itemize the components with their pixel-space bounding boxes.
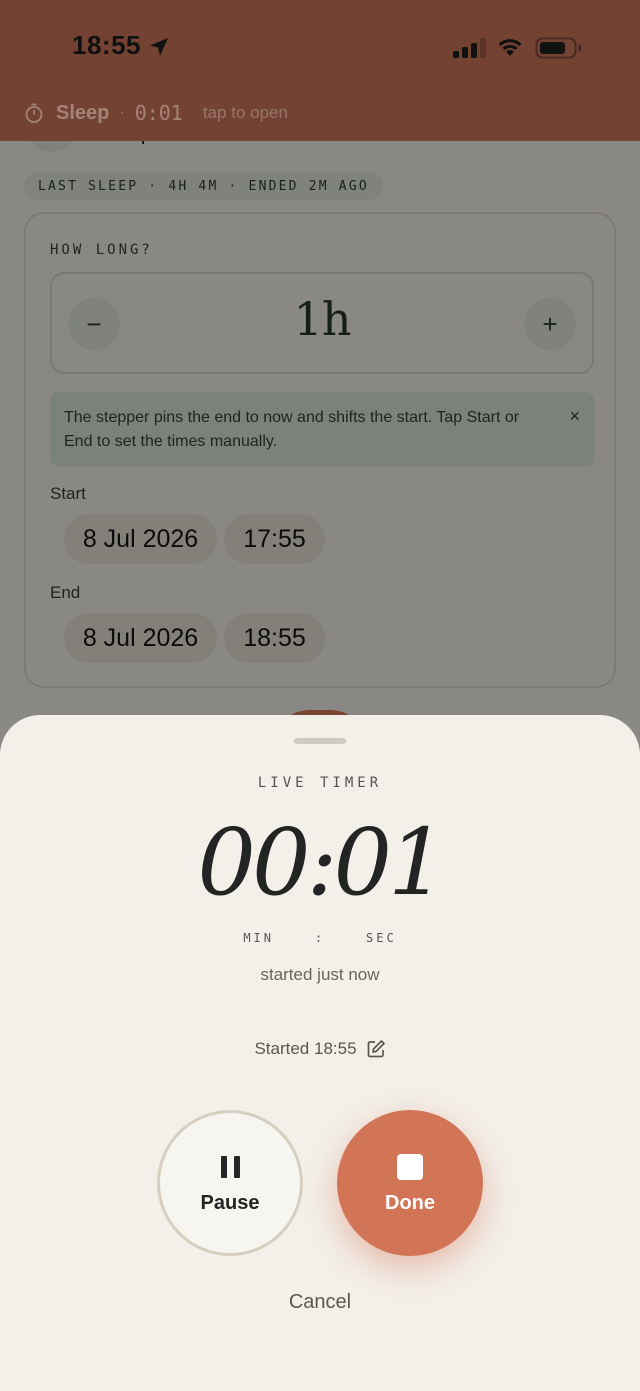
live-activity-title: Sleep xyxy=(56,101,110,124)
wifi-icon xyxy=(498,39,522,56)
timer-display: 00:01 xyxy=(197,809,446,916)
pause-button[interactable]: Pause xyxy=(157,1110,303,1256)
done-button[interactable]: Done xyxy=(337,1110,483,1256)
live-activity-elapsed: 0:01 xyxy=(134,101,183,125)
timer-units: MIN : SEC xyxy=(243,931,397,945)
done-label: Done xyxy=(385,1191,435,1214)
location-arrow-icon xyxy=(150,38,168,56)
separator: · xyxy=(119,104,125,121)
status-time: 18:55 xyxy=(72,30,141,60)
live-activity-banner[interactable]: Sleep · 0:01 tap to open xyxy=(24,99,288,127)
cellular-signal-icon xyxy=(453,38,486,58)
edit-icon xyxy=(367,1040,385,1058)
live-activity-hint: tap to open xyxy=(202,103,288,122)
sheet-title: LIVE TIMER xyxy=(257,775,383,791)
status-bar: 18:55 Sleep · 0:01 tap to open xyxy=(0,0,640,141)
pause-label: Pause xyxy=(200,1191,260,1214)
pause-icon xyxy=(220,1155,240,1178)
started-relative: started just now xyxy=(260,965,380,984)
sheet-grabber[interactable] xyxy=(294,738,346,744)
stop-icon xyxy=(397,1153,423,1180)
battery-icon xyxy=(535,37,581,59)
stopwatch-icon xyxy=(25,103,43,123)
started-at-text: Started 18:55 xyxy=(254,1039,357,1058)
cancel-button[interactable]: Cancel xyxy=(0,1291,640,1314)
edit-start-button[interactable]: Started 18:55 xyxy=(0,1039,640,1059)
live-timer-sheet: LIVE TIMER 00:01 MIN : SEC started just … xyxy=(0,715,640,1391)
